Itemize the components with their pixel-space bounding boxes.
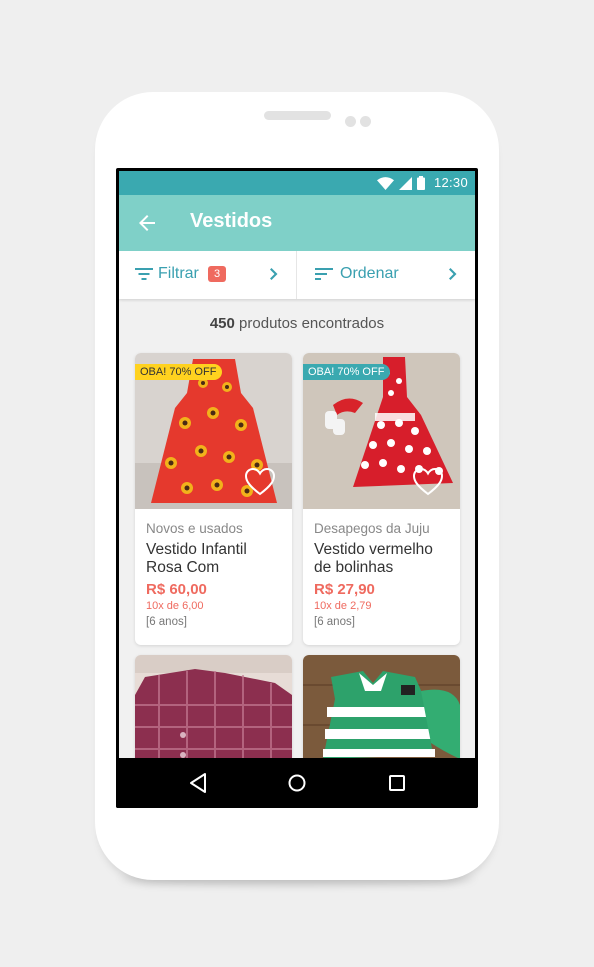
chevron-right-icon <box>270 268 278 280</box>
sort-button[interactable]: Ordenar <box>297 251 475 299</box>
filter-label: Filtrar <box>158 265 199 282</box>
product-title: Vestido Infantil Rosa Com <box>146 541 247 576</box>
product-price: R$ 27,90 <box>314 581 375 598</box>
product-size: [6 anos] <box>146 616 187 628</box>
status-icons <box>377 176 425 190</box>
status-time: 12:30 <box>433 175 468 190</box>
battery-icon <box>417 176 425 190</box>
results-label: produtos encontrados <box>239 315 385 332</box>
app-bar: Vestidos <box>119 195 475 251</box>
promo-badge: OBA! 70% OFF <box>303 364 391 380</box>
product-card[interactable] <box>135 655 292 758</box>
heart-icon[interactable] <box>244 467 276 497</box>
signal-icon <box>399 177 412 190</box>
product-image <box>303 655 460 758</box>
installments: 10x de 2,79 <box>314 600 372 612</box>
results-number: 450 <box>209 315 235 332</box>
arrow-back-icon[interactable] <box>135 211 159 235</box>
chevron-right-icon <box>449 268 457 280</box>
product-title: Vestido vermelho de bolinhas <box>314 541 433 576</box>
product-price: R$ 60,00 <box>146 581 207 598</box>
promo-badge: OBA! 70% OFF <box>135 364 223 380</box>
system-nav-bar <box>116 758 478 808</box>
filter-icon <box>135 268 153 280</box>
installments: 10x de 6,00 <box>146 600 204 612</box>
phone-sensor <box>360 116 371 127</box>
nav-back-icon[interactable] <box>187 771 211 795</box>
filter-button[interactable]: Filtrar 3 <box>119 251 297 299</box>
seller-name: Novos e usados <box>146 521 243 536</box>
phone-speaker <box>264 111 331 120</box>
phone-screen: 12:30 Vestidos Filtrar 3 Ordenar 450 pro… <box>116 168 478 808</box>
nav-recents-icon[interactable] <box>385 771 409 795</box>
nav-home-icon[interactable] <box>285 771 309 795</box>
product-size: [6 anos] <box>314 616 355 628</box>
phone-camera <box>345 116 356 127</box>
heart-icon[interactable] <box>412 467 444 497</box>
seller-name: Desapegos da Juju <box>314 521 430 536</box>
product-list[interactable]: Filtrar 3 Ordenar 450 produtos encontrad… <box>119 251 475 758</box>
sort-label: Ordenar <box>340 265 399 282</box>
product-image <box>135 655 292 758</box>
sort-icon <box>315 268 333 280</box>
product-image: OBA! 70% OFF <box>303 353 460 509</box>
product-card[interactable]: OBA! 70% OFF Desapegos da Juju Vestido v… <box>303 353 460 645</box>
status-bar: 12:30 <box>119 171 475 195</box>
filter-count-badge: 3 <box>208 266 226 282</box>
product-card[interactable] <box>303 655 460 758</box>
wifi-icon <box>377 177 394 190</box>
product-image: OBA! 70% OFF <box>135 353 292 509</box>
results-count: 450 produtos encontrados <box>119 315 475 332</box>
filter-sort-bar: Filtrar 3 Ordenar <box>119 251 475 299</box>
product-card[interactable]: OBA! 70% OFF Novos e usados Vestido Infa… <box>135 353 292 645</box>
page-title: Vestidos <box>190 210 273 232</box>
